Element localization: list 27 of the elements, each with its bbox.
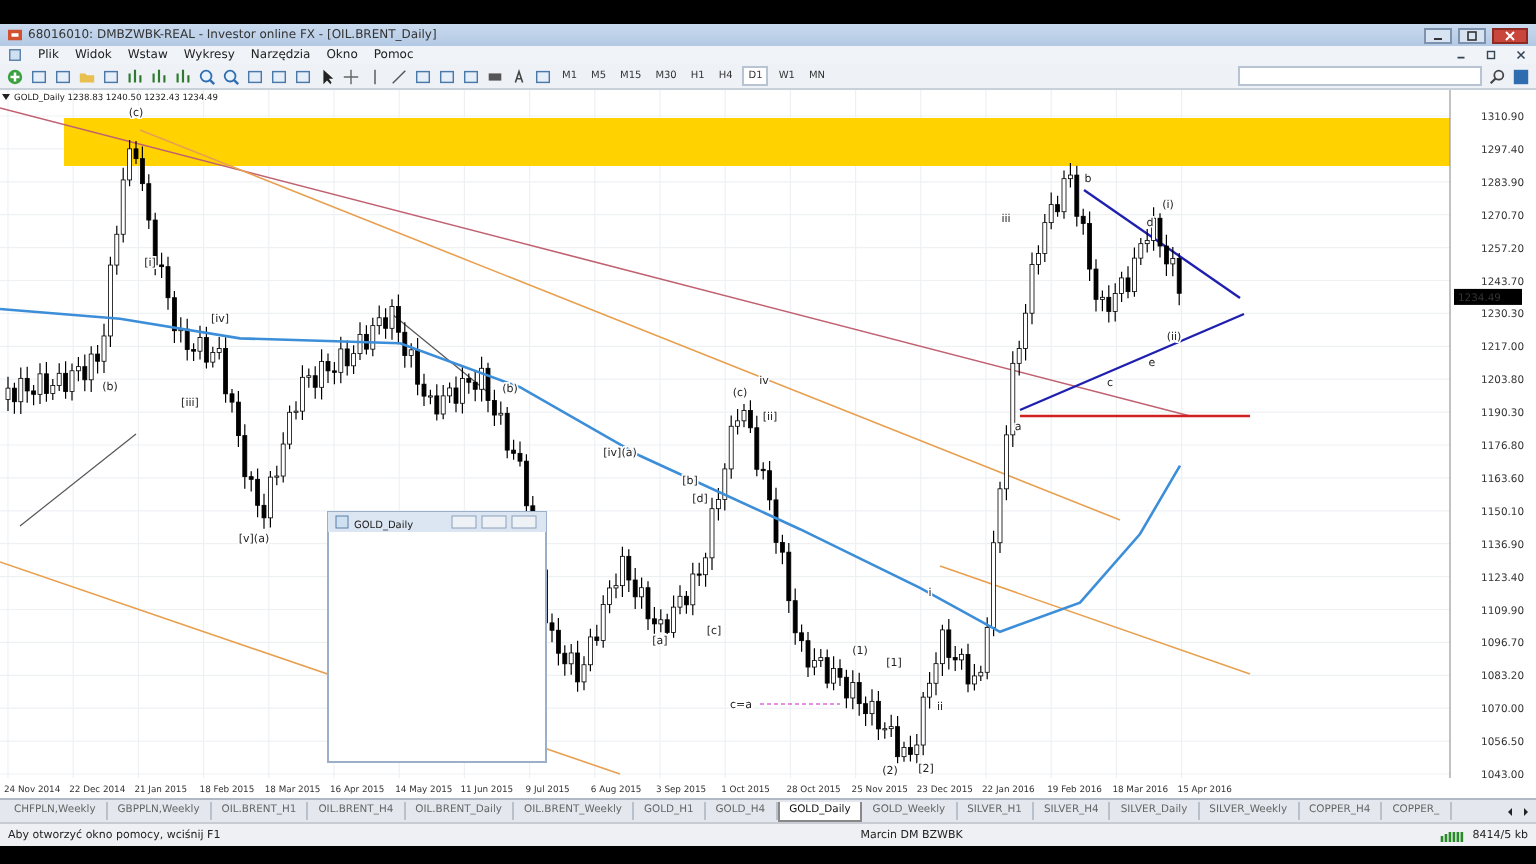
close-button[interactable] bbox=[1492, 27, 1528, 43]
crosshair-icon[interactable] bbox=[342, 67, 360, 85]
document-menu-icon bbox=[8, 48, 22, 62]
dropdown-icon[interactable] bbox=[2, 94, 10, 100]
zoom-in-icon[interactable] bbox=[198, 67, 216, 85]
app-icon bbox=[8, 28, 22, 42]
cursor-icon[interactable] bbox=[318, 67, 336, 85]
maximize-button[interactable] bbox=[1458, 27, 1486, 43]
child-restore-icon[interactable] bbox=[1484, 48, 1498, 62]
minimize-button[interactable] bbox=[1424, 27, 1452, 43]
connection-bars-icon bbox=[1440, 829, 1465, 841]
window-icon bbox=[335, 515, 349, 529]
child-close-icon[interactable] bbox=[1514, 48, 1528, 62]
bar-chart-icon[interactable] bbox=[126, 67, 144, 85]
scroll-right-icon[interactable] bbox=[1520, 805, 1532, 817]
trend-line-icon[interactable] bbox=[390, 67, 408, 85]
help-icon[interactable] bbox=[1512, 67, 1530, 85]
scroll-left-icon[interactable] bbox=[1504, 805, 1516, 817]
search-field[interactable] bbox=[1238, 66, 1482, 86]
zoom-out-icon[interactable] bbox=[222, 67, 240, 85]
rectangle-icon[interactable] bbox=[486, 67, 504, 85]
maximize-icon bbox=[1464, 29, 1480, 41]
projection-line bbox=[759, 703, 841, 705]
text-tool-icon[interactable] bbox=[510, 67, 528, 85]
search-icon[interactable] bbox=[1488, 67, 1506, 85]
close-icon bbox=[1502, 29, 1518, 41]
add-chart-icon[interactable] bbox=[6, 67, 24, 85]
